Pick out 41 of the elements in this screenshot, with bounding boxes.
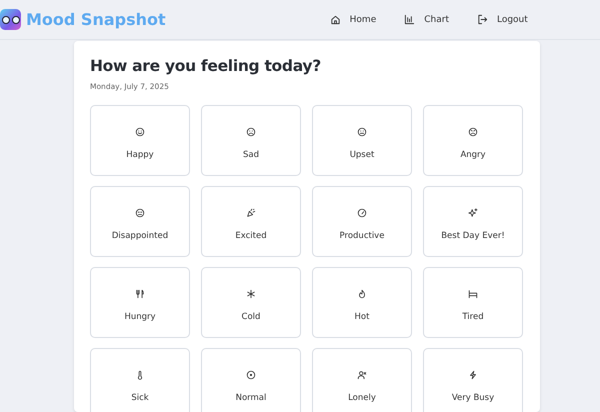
frowning-face-icon [246, 127, 256, 137]
app-logo-icon [0, 9, 21, 30]
bed-icon [468, 289, 478, 299]
nav-link[interactable]: Home [316, 14, 390, 25]
mood-button[interactable]: Happy [90, 105, 190, 176]
home-icon [330, 14, 341, 25]
angry-face-icon [468, 127, 478, 137]
mood-button[interactable]: Angry [423, 105, 523, 176]
mood-button[interactable]: Tired [423, 267, 523, 338]
mood-button[interactable]: Disappointed [90, 186, 190, 257]
sparkles-icon [468, 208, 478, 218]
bar-chart-icon [404, 14, 416, 25]
mood-button[interactable]: Cold [201, 267, 301, 338]
smiling-face-icon [135, 127, 145, 137]
mood-button[interactable]: Sad [201, 105, 301, 176]
person-icon [357, 370, 367, 380]
unamused-face-icon [135, 208, 145, 218]
lightning-bolt-icon [468, 370, 478, 380]
flame-icon [357, 289, 367, 299]
party-popper-icon [246, 208, 256, 218]
mood-button[interactable]: Best Day Ever! [423, 186, 523, 257]
mood-button[interactable]: Excited [201, 186, 301, 257]
snowflake-icon [246, 289, 256, 299]
logout-icon [476, 14, 488, 25]
fork-and-knife-icon [135, 289, 145, 299]
gauge-icon [357, 208, 367, 218]
thermometer-icon [135, 370, 145, 380]
mood-button[interactable]: Sick [90, 348, 190, 412]
nav-link[interactable]: Chart [390, 14, 463, 25]
mood-button[interactable]: Hungry [90, 267, 190, 338]
neutral-face-icon [357, 127, 367, 137]
mood-button[interactable]: Hot [312, 267, 412, 338]
app-title: Mood Snapshot [26, 10, 166, 29]
circle-dot-icon [246, 370, 256, 380]
mood-button[interactable]: Normal [201, 348, 301, 412]
mood-button[interactable]: Very Busy [423, 348, 523, 412]
nav-link[interactable]: Logout [462, 14, 542, 25]
mood-button[interactable]: Lonely [312, 348, 412, 412]
mood-button[interactable]: Upset [312, 105, 412, 176]
mood-button[interactable]: Productive [312, 186, 412, 257]
page-heading: How are you feeling today? [90, 57, 322, 75]
